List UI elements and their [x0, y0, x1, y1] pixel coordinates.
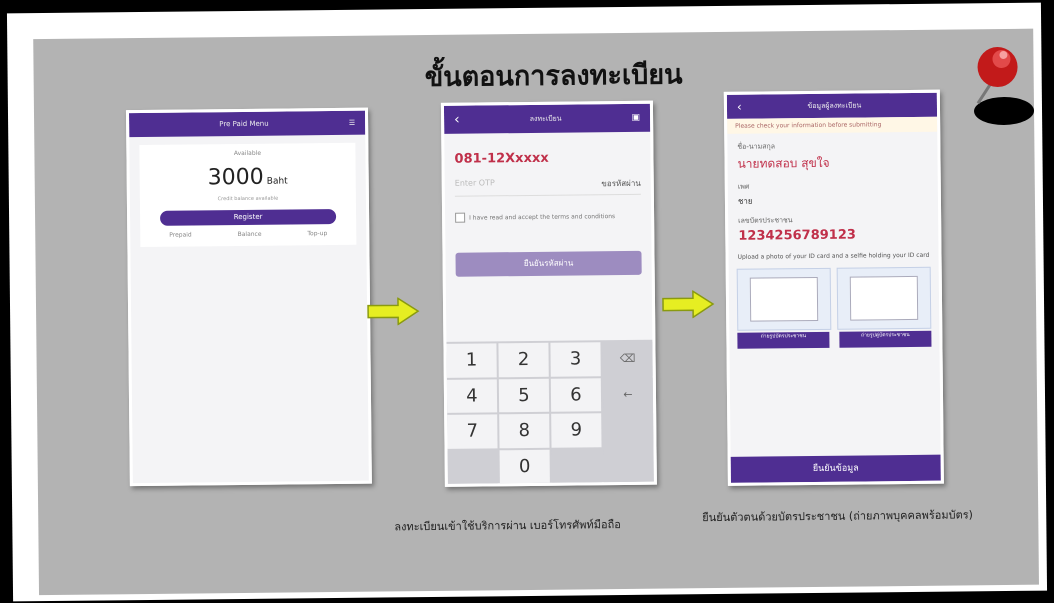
- balance-subtext: Credit balance available: [217, 195, 279, 203]
- slide-frame: ขั้นตอนการลงทะเบียน Pre Paid Menu ☰ Avai…: [6, 2, 1048, 602]
- arrow-right-icon: [662, 290, 715, 319]
- keypad-key[interactable]: 4: [446, 378, 498, 413]
- screen1-header-title: Pre Paid Menu: [219, 119, 269, 129]
- request-otp-link[interactable]: ขอรหัสผ่าน: [601, 177, 641, 190]
- name-value: นายทดสอบ สุขใจ: [737, 155, 830, 171]
- keypad-blank: [603, 412, 654, 447]
- menu-row: Prepaid Balance Top-up: [146, 230, 350, 239]
- keypad-key[interactable]: 7: [447, 414, 498, 449]
- name-label: ชื่อ-นามสกุล: [737, 142, 776, 151]
- balance-value: 3000: [207, 164, 264, 191]
- balance-label: Available: [233, 149, 262, 158]
- confirm-info-button[interactable]: ยืนยันข้อมูล: [730, 454, 941, 483]
- back-icon[interactable]: ‹: [737, 100, 742, 114]
- caption-step-1: ลงทะเบียนเข้าใช้บริการผ่าน เบอร์โทรศัพท์…: [394, 518, 621, 534]
- notice-banner: Please check your information before sub…: [727, 116, 938, 134]
- register-button[interactable]: Register: [160, 208, 337, 226]
- balance-unit: Baht: [266, 176, 288, 187]
- keypad-key[interactable]: 2: [498, 342, 549, 377]
- terms-row: I have read and accept the terms and con…: [455, 211, 641, 223]
- keypad-blank: [603, 448, 654, 483]
- push-pin-icon: [974, 47, 1035, 125]
- terms-checkbox[interactable]: [455, 212, 466, 223]
- chat-icon[interactable]: ▣: [632, 113, 641, 123]
- id-value: 1234256789123: [738, 227, 856, 244]
- menu-row-item[interactable]: Prepaid: [169, 232, 192, 239]
- keypad-key[interactable]: 1: [446, 343, 497, 378]
- keypad-key[interactable]: 3: [550, 342, 601, 377]
- keypad-blank: [447, 449, 498, 484]
- backspace-icon[interactable]: ⌫: [602, 341, 653, 376]
- gender-label: เพศ: [737, 182, 750, 191]
- id-card-image[interactable]: [736, 267, 832, 331]
- screen2-header-title: ลงทะเบียน: [529, 114, 562, 123]
- keypad-key[interactable]: 5: [498, 378, 550, 413]
- confirm-otp-button[interactable]: ยืนยันรหัสผ่าน: [455, 250, 642, 277]
- menu-row-item[interactable]: Top-up: [307, 230, 327, 237]
- photo-caption: Upload a photo of your ID card and a sel…: [737, 251, 930, 261]
- terms-label: I have read and accept the terms and con…: [469, 212, 616, 222]
- menu-row-item[interactable]: Balance: [238, 231, 262, 238]
- gender-value: ชาย: [737, 196, 753, 206]
- id-label: เลขบัตรประชาชน: [738, 216, 793, 225]
- back-icon[interactable]: ‹: [454, 112, 460, 128]
- screen-identity-verify: ‹ ข้อมูลผู้ลงทะเบียน Please check your i…: [723, 89, 944, 486]
- otp-input[interactable]: Enter OTP: [455, 178, 495, 191]
- keypad-key[interactable]: 0: [499, 449, 550, 484]
- return-icon[interactable]: ←: [602, 377, 654, 412]
- phone-number-field[interactable]: 081-12Xxxxx: [454, 150, 640, 167]
- otp-row: Enter OTP ขอรหัสผ่าน: [454, 176, 641, 197]
- screen3-header-title: ข้อมูลผู้ลงทะเบียน: [807, 100, 862, 110]
- id-card-images: [736, 266, 932, 331]
- screen-prepaid-menu: Pre Paid Menu ☰ Available 3000 Baht Credi…: [125, 107, 372, 487]
- slide-panel: ขั้นตอนการลงทะเบียน Pre Paid Menu ☰ Avai…: [33, 28, 1039, 596]
- screen2-header: ‹ ลงทะเบียน ▣: [443, 103, 651, 134]
- arrow-right-icon: [367, 297, 420, 326]
- numeric-keypad: 1 2 3 ⌫ 4 5 6 ← 7 8 9 0: [446, 339, 654, 484]
- keypad-key[interactable]: 9: [551, 413, 602, 448]
- take-id-photo-button[interactable]: ถ่ายรูปบัตรประชาชน: [737, 331, 830, 349]
- screen1-header: Pre Paid Menu ☰: [129, 110, 366, 138]
- caption-step-2: ยืนยันตัวตนด้วยบัตรประชาชน (ถ่ายภาพบุคคล…: [702, 508, 973, 525]
- photo-buttons: ถ่ายรูปบัตรประชาชน ถ่ายรูปคู่บัตรประชาชน: [737, 330, 932, 349]
- page-title: ขั้นตอนการลงทะเบียน: [424, 59, 683, 94]
- keypad-key[interactable]: 8: [499, 413, 550, 448]
- screen3-header: ‹ ข้อมูลผู้ลงทะเบียน: [726, 92, 938, 119]
- keypad-blank: [551, 448, 602, 483]
- balance-card: Available 3000 Baht Credit balance availa…: [139, 142, 357, 248]
- keypad-key[interactable]: 6: [550, 377, 602, 412]
- menu-icon[interactable]: ☰: [349, 119, 355, 127]
- selfie-card-image[interactable]: [836, 266, 932, 330]
- screen-register-phone: ‹ ลงทะเบียน ▣ 081-12Xxxxx Enter OTP ขอรห…: [440, 100, 657, 487]
- balance-amount: 3000 Baht: [146, 164, 350, 191]
- take-selfie-button[interactable]: ถ่ายรูปคู่บัตรประชาชน: [839, 330, 932, 348]
